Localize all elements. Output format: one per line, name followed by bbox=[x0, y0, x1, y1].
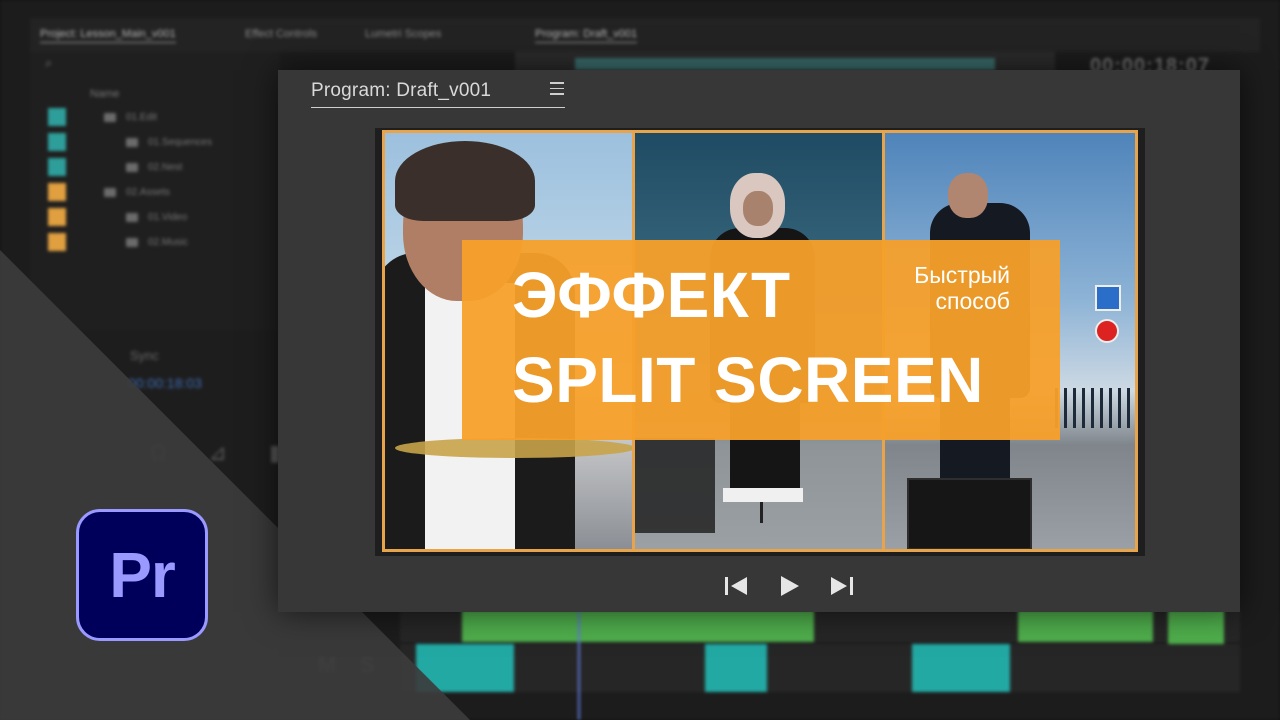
background-top-bar bbox=[30, 18, 1260, 52]
sync-label[interactable]: Sync bbox=[130, 348, 159, 363]
row-label: 01.Sequences bbox=[148, 136, 212, 148]
video-frame: ЭФФЕКТ SPLIT SCREEN Быстрый способ bbox=[382, 130, 1138, 552]
drummer-hair bbox=[395, 141, 535, 221]
project-row[interactable]: 02.Nest bbox=[48, 158, 182, 176]
amplifier bbox=[907, 478, 1032, 549]
title-card: ЭФФЕКТ SPLIT SCREEN Быстрый способ bbox=[462, 240, 1060, 440]
row-label: 01.Edit bbox=[126, 111, 158, 123]
subtitle-line-1: Быстрый bbox=[914, 262, 1010, 288]
timeline-clip[interactable] bbox=[912, 644, 1010, 692]
panel-title[interactable]: Program: Draft_v001 bbox=[311, 80, 491, 102]
project-row[interactable]: 01.Edit bbox=[48, 108, 157, 126]
folder-icon bbox=[104, 112, 116, 122]
fence bbox=[1055, 388, 1135, 428]
row-label: 01.Video bbox=[148, 211, 188, 223]
headline-line-2: SPLIT SCREEN bbox=[512, 344, 984, 416]
search-icon[interactable]: ⌕ bbox=[45, 55, 52, 71]
folder-icon bbox=[126, 162, 138, 172]
project-row[interactable]: 02.Assets bbox=[48, 183, 170, 201]
project-row[interactable]: 01.Sequences bbox=[48, 133, 212, 151]
program-monitor-panel: Program: Draft_v001 ЭФФЕКТ SPLIT SCREEN … bbox=[278, 70, 1240, 612]
folder-icon bbox=[104, 187, 116, 197]
label-color-swatch bbox=[48, 108, 66, 126]
column-header-name[interactable]: Name bbox=[90, 88, 119, 100]
crosswalk-sign bbox=[1095, 285, 1121, 311]
headline-line-1: ЭФФЕКТ bbox=[512, 259, 791, 331]
folder-icon bbox=[126, 237, 138, 247]
folder-icon bbox=[126, 212, 138, 222]
row-label: 02.Music bbox=[148, 236, 189, 248]
row-label: 02.Assets bbox=[126, 186, 170, 198]
play-icon[interactable] bbox=[773, 575, 805, 597]
timeline-clip[interactable] bbox=[705, 644, 767, 692]
hamburger-menu-icon[interactable] bbox=[550, 82, 564, 98]
subtitle-line-2: способ bbox=[935, 288, 1010, 314]
step-forward-icon[interactable] bbox=[823, 575, 855, 597]
logo-text: Pr bbox=[109, 539, 176, 611]
audio-track bbox=[400, 644, 1240, 692]
tab-project[interactable]: Project: Lesson_Main_v001 bbox=[40, 28, 176, 43]
panel-title-underline bbox=[311, 107, 565, 108]
project-row[interactable]: 02.Music bbox=[48, 233, 188, 251]
playhead[interactable] bbox=[578, 608, 580, 720]
singer-face bbox=[743, 191, 773, 226]
timeline-timecode[interactable]: 00:00:18:03 bbox=[128, 375, 202, 391]
timeline-clip[interactable] bbox=[462, 610, 814, 642]
tab-program[interactable]: Program: Draft_v001 bbox=[535, 28, 638, 43]
bassist-face bbox=[948, 173, 988, 218]
singer-shoes bbox=[723, 488, 803, 502]
cymbal bbox=[395, 438, 632, 458]
drum-kit bbox=[635, 438, 715, 533]
timeline-clip[interactable] bbox=[1018, 610, 1153, 642]
tab-effect-controls[interactable]: Effect Controls bbox=[245, 28, 317, 40]
label-color-swatch bbox=[48, 133, 66, 151]
transport-controls bbox=[723, 575, 855, 597]
label-color-swatch bbox=[48, 183, 66, 201]
no-entry-sign bbox=[1095, 319, 1119, 343]
label-color-swatch bbox=[48, 158, 66, 176]
label-color-swatch bbox=[48, 208, 66, 226]
premiere-pro-logo: Pr bbox=[76, 509, 208, 641]
tab-lumetri-scopes[interactable]: Lumetri Scopes bbox=[365, 28, 441, 40]
program-viewer[interactable]: ЭФФЕКТ SPLIT SCREEN Быстрый способ bbox=[375, 128, 1145, 556]
step-back-icon[interactable] bbox=[723, 575, 755, 597]
subtitle: Быстрый способ bbox=[914, 262, 1010, 314]
project-row[interactable]: 01.Video bbox=[48, 208, 187, 226]
row-label: 02.Nest bbox=[148, 161, 183, 173]
label-color-swatch bbox=[48, 233, 66, 251]
program-strip bbox=[575, 58, 995, 70]
folder-icon bbox=[126, 137, 138, 147]
